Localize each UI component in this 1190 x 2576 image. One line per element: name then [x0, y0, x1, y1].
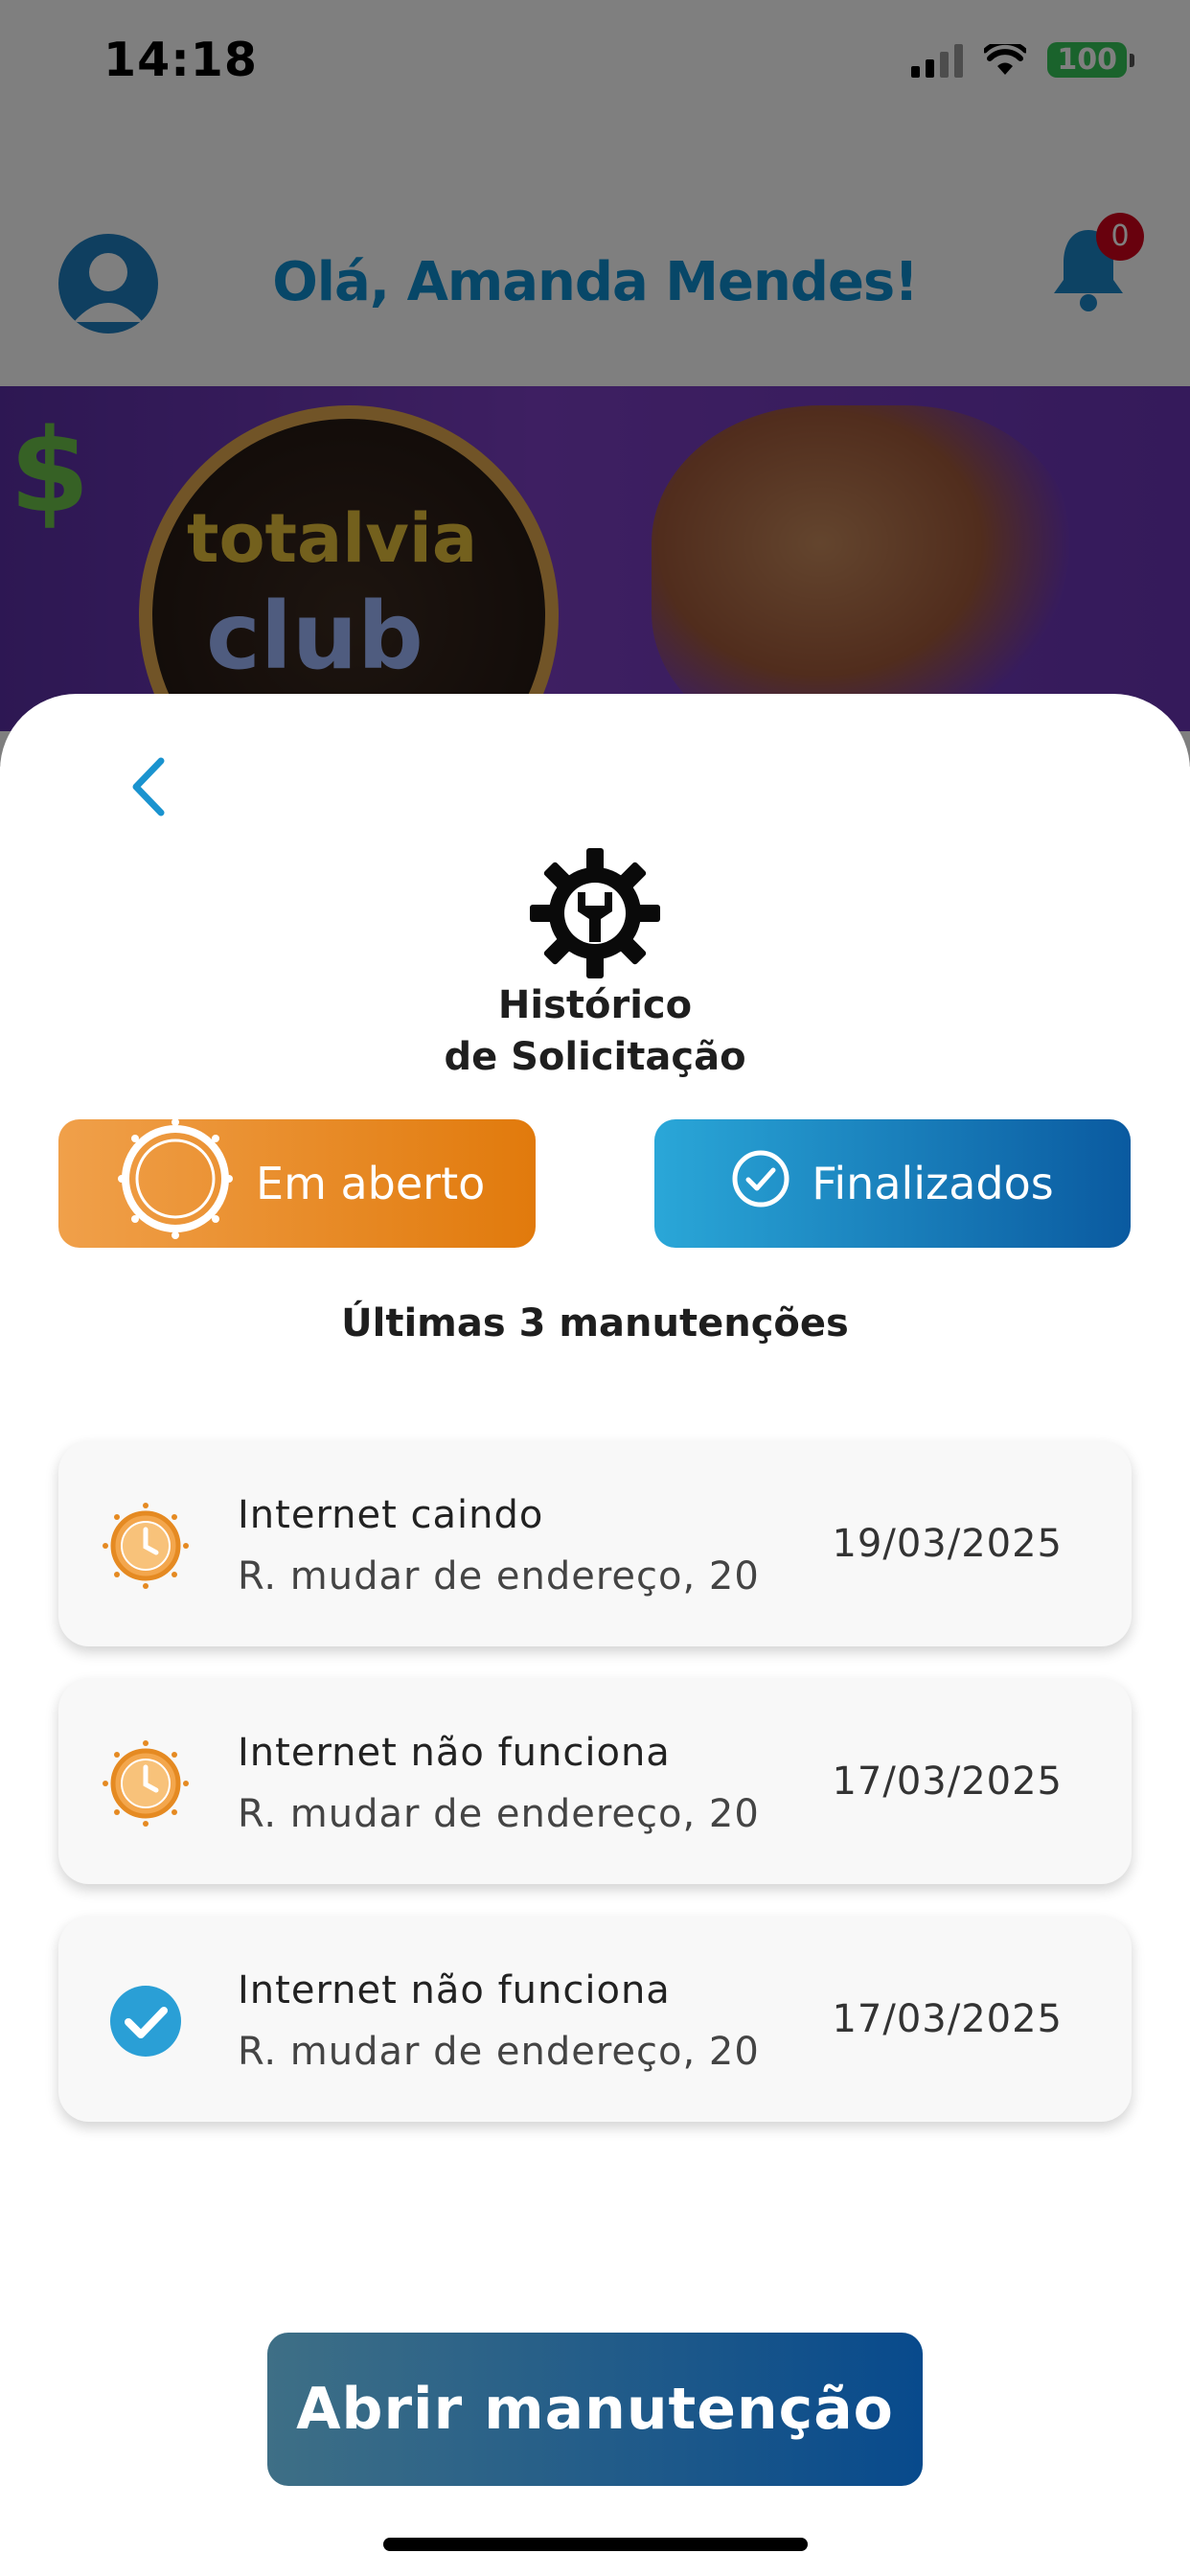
open-maintenance-button[interactable]: Abrir manutenção: [267, 2333, 923, 2486]
request-card[interactable]: Internet não funciona R. mudar de endere…: [58, 1917, 1132, 2122]
tab-finished-label: Finalizados: [812, 1158, 1054, 1209]
sheet-title-line1: Histórico: [497, 983, 693, 1027]
clock-icon: [103, 1740, 189, 1827]
tab-open[interactable]: Em aberto: [58, 1117, 536, 1248]
gear-wrench-icon: [530, 848, 660, 978]
back-chevron-icon[interactable]: [123, 753, 180, 820]
list-subtitle: Últimas 3 manutenções: [341, 1301, 849, 1346]
request-title: Internet não funciona: [238, 1731, 671, 1775]
check-circle-icon: [731, 1149, 790, 1219]
request-date: 17/03/2025: [832, 1760, 1063, 1804]
request-card[interactable]: Internet não funciona R. mudar de endere…: [58, 1679, 1132, 1884]
tab-finished[interactable]: Finalizados: [654, 1119, 1131, 1248]
request-card[interactable]: Internet caindo R. mudar de endereço, 20…: [58, 1441, 1132, 1646]
clock-icon: [103, 1503, 189, 1589]
request-address: R. mudar de endereço, 20: [238, 2030, 760, 2074]
screen: 14:18 100 Olá, Amanda Mendes! 0: [0, 0, 1190, 2576]
sheet-title: Histórico de Solicitação: [0, 979, 1190, 1083]
request-title: Internet caindo: [238, 1493, 544, 1537]
request-address: R. mudar de endereço, 20: [238, 1792, 760, 1836]
check-circle-icon: [110, 1986, 181, 2057]
tab-open-label: Em aberto: [256, 1158, 486, 1209]
modal-backdrop[interactable]: [0, 0, 1190, 767]
sheet-title-line2: de Solicitação: [444, 1035, 746, 1079]
request-address: R. mudar de endereço, 20: [238, 1554, 760, 1598]
request-date: 17/03/2025: [832, 1997, 1063, 2041]
clock-icon: [116, 1115, 235, 1254]
request-title: Internet não funciona: [238, 1968, 671, 2012]
home-indicator: [383, 2538, 808, 2551]
request-date: 19/03/2025: [832, 1522, 1063, 1566]
